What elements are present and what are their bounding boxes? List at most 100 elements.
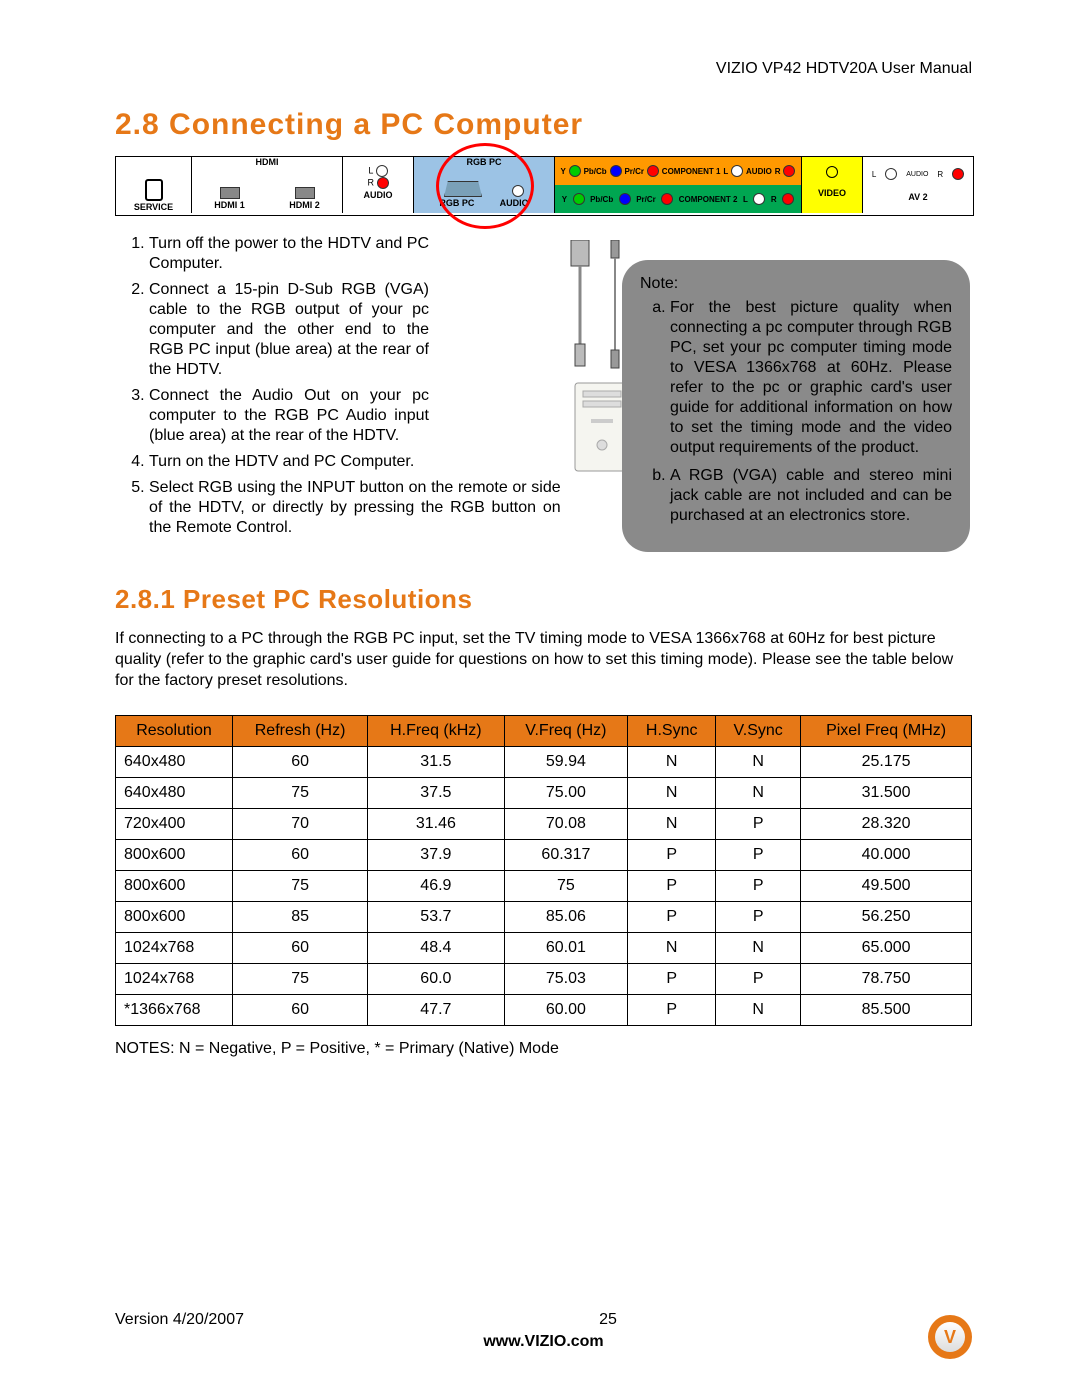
table-cell: N bbox=[628, 778, 716, 809]
table-cell: 47.7 bbox=[368, 995, 504, 1026]
table-cell: 59.94 bbox=[504, 747, 628, 778]
r-label4: R bbox=[937, 170, 943, 179]
connector-diagram: SERVICE HDMI HDMI 1 HDMI 2 L R AUDIO RGB… bbox=[115, 156, 974, 216]
table-cell: 60 bbox=[232, 840, 367, 871]
table-cell: N bbox=[716, 995, 801, 1026]
table-cell: P bbox=[716, 964, 801, 995]
table-cell: 75 bbox=[232, 778, 367, 809]
service-label: SERVICE bbox=[116, 201, 191, 212]
table-row: 640x4807537.575.00NN31.500 bbox=[116, 778, 972, 809]
instruction-item: Connect a 15-pin D-Sub RGB (VGA) cable t… bbox=[149, 280, 429, 380]
l-label4: L bbox=[872, 170, 876, 179]
table-cell: 720x400 bbox=[116, 809, 233, 840]
table-cell: 28.320 bbox=[801, 809, 972, 840]
instructions-list: Turn off the power to the HDTV and PC Co… bbox=[115, 234, 561, 538]
table-cell: 800x600 bbox=[116, 840, 233, 871]
table-cell: 85.500 bbox=[801, 995, 972, 1026]
resolutions-table: ResolutionRefresh (Hz)H.Freq (kHz)V.Freq… bbox=[115, 715, 972, 1026]
table-row: 1024x7687560.075.03PP78.750 bbox=[116, 964, 972, 995]
table-cell: 800x600 bbox=[116, 871, 233, 902]
table-row: *1366x7686047.760.00PN85.500 bbox=[116, 995, 972, 1026]
r-label: R bbox=[367, 177, 374, 187]
l-label: L bbox=[368, 165, 373, 175]
table-cell: 60.01 bbox=[504, 933, 628, 964]
table-cell: P bbox=[628, 840, 716, 871]
table-header: Refresh (Hz) bbox=[232, 716, 367, 747]
table-row: 720x4007031.4670.08NP28.320 bbox=[116, 809, 972, 840]
l-jack-icon bbox=[376, 165, 388, 177]
table-header: V.Freq (Hz) bbox=[504, 716, 628, 747]
table-cell: N bbox=[628, 809, 716, 840]
rgb-audio-jack-icon bbox=[512, 185, 524, 197]
l-label2: L bbox=[723, 167, 728, 176]
table-row: 800x6007546.975PP49.500 bbox=[116, 871, 972, 902]
r-jack-icon bbox=[377, 177, 389, 189]
table-cell: 75 bbox=[504, 871, 628, 902]
vizio-logo-icon: V bbox=[928, 1315, 972, 1359]
hdmi1-label: HDMI 1 bbox=[214, 199, 245, 210]
table-cell: 60 bbox=[232, 995, 367, 1026]
table-cell: P bbox=[716, 902, 801, 933]
table-header: Resolution bbox=[116, 716, 233, 747]
l-label3: L bbox=[743, 195, 748, 204]
table-cell: N bbox=[716, 747, 801, 778]
table-cell: 70.08 bbox=[504, 809, 628, 840]
note-box: Note: For the best picture quality when … bbox=[622, 260, 970, 552]
table-cell: 25.175 bbox=[801, 747, 972, 778]
table-cell: 75 bbox=[232, 871, 367, 902]
table-cell: 70 bbox=[232, 809, 367, 840]
rgbpc-bottom-label: RGB PC bbox=[439, 197, 474, 208]
table-cell: 60.0 bbox=[368, 964, 504, 995]
hdmi2-port-icon bbox=[295, 187, 315, 199]
table-header: H.Sync bbox=[628, 716, 716, 747]
version-text: Version 4/20/2007 bbox=[115, 1311, 244, 1329]
table-header: H.Freq (kHz) bbox=[368, 716, 504, 747]
table-row: 1024x7686048.460.01NN65.000 bbox=[116, 933, 972, 964]
table-cell: P bbox=[628, 902, 716, 933]
instruction-item: Connect the Audio Out on your pc compute… bbox=[149, 386, 429, 446]
table-cell: 1024x768 bbox=[116, 933, 233, 964]
table-cell: N bbox=[628, 747, 716, 778]
note-item: A RGB (VGA) cable and stereo mini jack c… bbox=[670, 466, 952, 526]
table-cell: P bbox=[716, 840, 801, 871]
table-cell: N bbox=[628, 933, 716, 964]
av1-video-jack-icon bbox=[826, 166, 838, 178]
table-cell: 75.00 bbox=[504, 778, 628, 809]
table-cell: N bbox=[716, 933, 801, 964]
table-cell: 65.000 bbox=[801, 933, 972, 964]
hdmi2-label: HDMI 2 bbox=[289, 199, 320, 210]
audio-tag-label2: AUDIO bbox=[906, 171, 928, 178]
table-row: 800x6008553.785.06PP56.250 bbox=[116, 902, 972, 933]
r-label3: R bbox=[771, 195, 777, 204]
instruction-item: Turn off the power to the HDTV and PC Co… bbox=[149, 234, 429, 274]
table-cell: 85 bbox=[232, 902, 367, 933]
subsection-heading: 2.8.1 Preset PC Resolutions bbox=[115, 584, 972, 615]
table-cell: 800x600 bbox=[116, 902, 233, 933]
table-cell: N bbox=[716, 778, 801, 809]
table-cell: 46.9 bbox=[368, 871, 504, 902]
audio-label: AUDIO bbox=[343, 189, 413, 200]
instruction-item: Select RGB using the INPUT button on the… bbox=[149, 478, 561, 538]
table-cell: 48.4 bbox=[368, 933, 504, 964]
table-header: Pixel Freq (MHz) bbox=[801, 716, 972, 747]
comp2-label: COMPONENT 2 bbox=[679, 195, 738, 204]
rgb-audio-label: AUDIO bbox=[500, 197, 529, 208]
service-port-icon bbox=[145, 179, 163, 201]
table-cell: 31.5 bbox=[368, 747, 504, 778]
note-item: For the best picture quality when connec… bbox=[670, 298, 952, 458]
hdmi1-port-icon bbox=[220, 187, 240, 199]
table-cell: 85.06 bbox=[504, 902, 628, 933]
vga-port-icon bbox=[444, 181, 482, 197]
preset-intro: If connecting to a PC through the RGB PC… bbox=[115, 629, 972, 691]
table-row: 800x6006037.960.317PP40.000 bbox=[116, 840, 972, 871]
audio-tag-label: AUDIO bbox=[746, 167, 772, 176]
table-cell: 53.7 bbox=[368, 902, 504, 933]
av2-label: AV 2 bbox=[863, 191, 973, 202]
table-cell: 60 bbox=[232, 747, 367, 778]
video-label: VIDEO bbox=[802, 187, 862, 198]
comp1-label: COMPONENT 1 bbox=[662, 167, 721, 176]
instruction-item: Turn on the HDTV and PC Computer. bbox=[149, 452, 561, 472]
table-cell: P bbox=[716, 809, 801, 840]
table-cell: 40.000 bbox=[801, 840, 972, 871]
table-header: V.Sync bbox=[716, 716, 801, 747]
